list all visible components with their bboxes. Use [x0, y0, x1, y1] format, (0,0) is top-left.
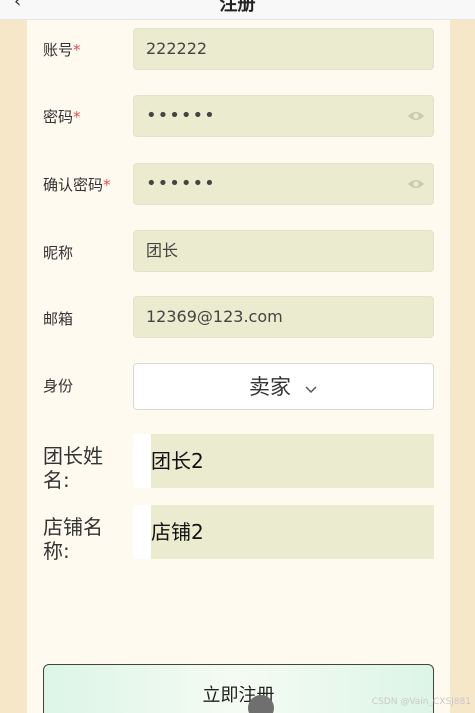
watermark: CSDN @Vain_CXSJ881 [371, 697, 471, 707]
required-mark: * [103, 176, 111, 194]
email-input[interactable]: 12369@123.com [133, 296, 434, 338]
page-title: 注册 [219, 0, 256, 15]
leader-name-input[interactable]: 团长2 [151, 434, 434, 488]
required-mark: * [73, 108, 81, 126]
identity-label: 身份 [43, 377, 74, 395]
account-value: 222222 [146, 39, 208, 58]
confirm-password-value: •••••• [146, 173, 216, 194]
password-label: 密码* [43, 108, 81, 126]
confirm-password-label: 确认密码* [43, 176, 111, 194]
identity-select[interactable]: 卖家 [133, 363, 434, 410]
nickname-value: 团长 [146, 241, 179, 260]
shop-name-value: 店铺2 [151, 520, 204, 544]
leader-name-spacer [133, 434, 151, 488]
shop-name-label: 店铺名称: [43, 515, 103, 563]
nickname-input[interactable]: 团长 [133, 230, 434, 272]
chevron-down-icon [305, 386, 317, 394]
account-label: 账号* [43, 41, 81, 59]
leader-name-value: 团长2 [151, 449, 204, 473]
password-value: •••••• [146, 105, 216, 126]
email-value: 12369@123.com [146, 307, 283, 326]
confirm-password-input[interactable]: •••••• [133, 163, 434, 205]
identity-value: 卖家 [248, 375, 291, 399]
nickname-label: 昵称 [43, 244, 74, 262]
shop-name-input[interactable]: 店铺2 [151, 505, 434, 559]
eye-icon[interactable] [407, 178, 425, 190]
email-label: 邮箱 [43, 310, 74, 328]
top-nav-bar: ‹ 注册 [0, 0, 475, 20]
account-input[interactable]: 222222 [133, 28, 434, 70]
required-mark: * [73, 41, 81, 59]
eye-icon[interactable] [407, 110, 425, 122]
shop-name-spacer [133, 505, 151, 559]
leader-name-label: 团长姓名: [43, 444, 103, 492]
password-input[interactable]: •••••• [133, 95, 434, 137]
